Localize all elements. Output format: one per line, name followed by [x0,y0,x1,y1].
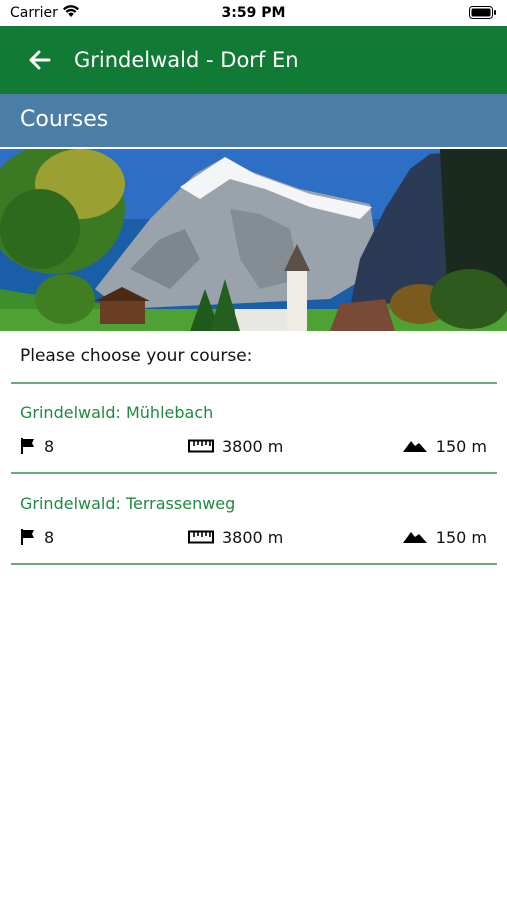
mountain-icon [402,532,427,543]
course-holes: 8 [20,526,54,548]
ruler-icon [188,530,214,544]
back-arrow-icon [29,50,51,70]
course-length: 3800 m [188,526,283,548]
battery-icon [469,6,497,23]
course-item-terrassenweg[interactable]: Grindelwald: Terrassenweg 8 3800 m 150 m [0,494,507,584]
app-title: Grindelwald - Dorf En [74,48,299,72]
back-button[interactable] [22,44,58,76]
status-bar: Carrier 3:59 PM [0,0,507,26]
divider [11,382,497,384]
course-elevation: 150 m [402,435,487,457]
mountain-icon [402,441,427,452]
section-title: Courses [20,107,109,132]
holes-value: 8 [44,527,55,547]
length-value: 3800 m [222,527,284,547]
flag-icon [21,438,34,454]
section-header: Courses [0,94,507,147]
holes-value: 8 [44,436,55,456]
length-value: 3800 m [222,436,284,456]
app-bar: Grindelwald - Dorf En [0,26,507,94]
choose-course-prompt: Please choose your course: [20,346,253,366]
elevation-value: 150 m [435,436,487,456]
course-holes: 8 [20,435,54,457]
flag-icon [21,529,34,545]
course-elevation: 150 m [402,526,487,548]
ruler-icon [188,439,214,453]
hero-image [0,149,507,331]
elevation-value: 150 m [435,527,487,547]
course-item-muehlebach[interactable]: Grindelwald: Mühlebach 8 3800 m 150 m [0,403,507,493]
course-length: 3800 m [188,435,283,457]
divider [11,563,497,565]
course-name: Grindelwald: Terrassenweg [20,494,236,513]
course-name: Grindelwald: Mühlebach [20,403,214,422]
status-time: 3:59 PM [221,5,286,21]
divider [11,472,497,474]
